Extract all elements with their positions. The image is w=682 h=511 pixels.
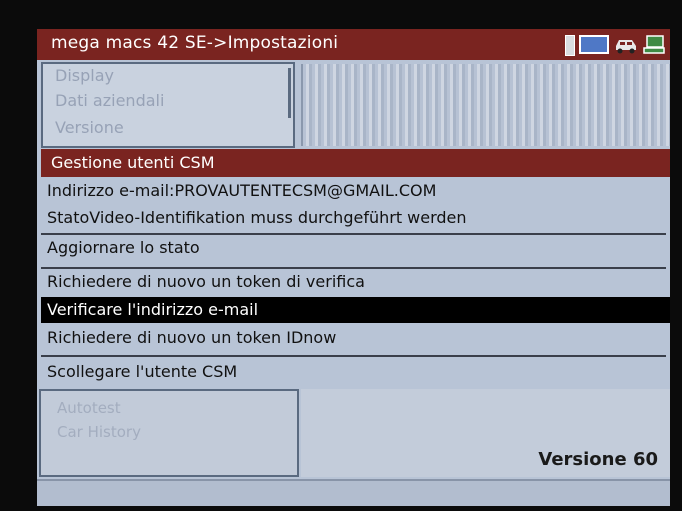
network-icon bbox=[643, 35, 665, 54]
version-panel: Versione 60 bbox=[301, 389, 670, 477]
device-screen: mega macs 42 SE->Impostazioni Display Da… bbox=[37, 29, 670, 506]
action-label: Richiedere di nuovo un token di verifica bbox=[47, 272, 365, 291]
title-bar: mega macs 42 SE->Impostazioni bbox=[37, 29, 670, 60]
divider bbox=[41, 355, 666, 357]
menu-item-company-data[interactable]: Dati aziendali bbox=[55, 91, 164, 110]
action-request-verification-token[interactable]: Richiedere di nuovo un token di verifica bbox=[41, 269, 670, 295]
menu-item-version[interactable]: Versione bbox=[55, 118, 124, 137]
settings-menu: Display Dati aziendali Versione bbox=[41, 62, 295, 148]
bottom-menu: Autotest Car History bbox=[39, 389, 299, 477]
menu-scrollbar[interactable] bbox=[288, 68, 291, 118]
action-request-idnow-token[interactable]: Richiedere di nuovo un token IDnow bbox=[41, 325, 670, 351]
menu-item-car-history[interactable]: Car History bbox=[57, 423, 141, 441]
section-title: Gestione utenti CSM bbox=[51, 153, 215, 172]
action-label: Richiedere di nuovo un token IDnow bbox=[47, 328, 337, 347]
version-label: Versione 60 bbox=[538, 449, 658, 470]
email-info: Indirizzo e-mail:PROVAUTENTECSM@GMAIL.CO… bbox=[47, 181, 437, 200]
action-label: Scollegare l'utente CSM bbox=[47, 362, 238, 381]
action-label: Verificare l'indirizzo e-mail bbox=[47, 300, 259, 319]
car-icon bbox=[616, 40, 636, 54]
action-disconnect-csm-user[interactable]: Scollegare l'utente CSM bbox=[41, 359, 670, 385]
status-info: StatoVideo-Identifikation muss durchgefü… bbox=[47, 208, 467, 227]
action-label: Aggiornare lo stato bbox=[47, 238, 200, 257]
battery-icon bbox=[565, 35, 575, 56]
menu-item-autotest[interactable]: Autotest bbox=[57, 399, 121, 417]
action-verify-email[interactable]: Verificare l'indirizzo e-mail bbox=[41, 297, 670, 323]
preview-panel bbox=[301, 64, 670, 146]
section-header: Gestione utenti CSM bbox=[41, 149, 670, 177]
screen-icon bbox=[579, 35, 609, 54]
action-update-status[interactable]: Aggiornare lo stato bbox=[41, 235, 670, 261]
menu-item-display[interactable]: Display bbox=[55, 66, 114, 85]
status-bar bbox=[37, 479, 670, 506]
window-title: mega macs 42 SE->Impostazioni bbox=[51, 33, 339, 53]
